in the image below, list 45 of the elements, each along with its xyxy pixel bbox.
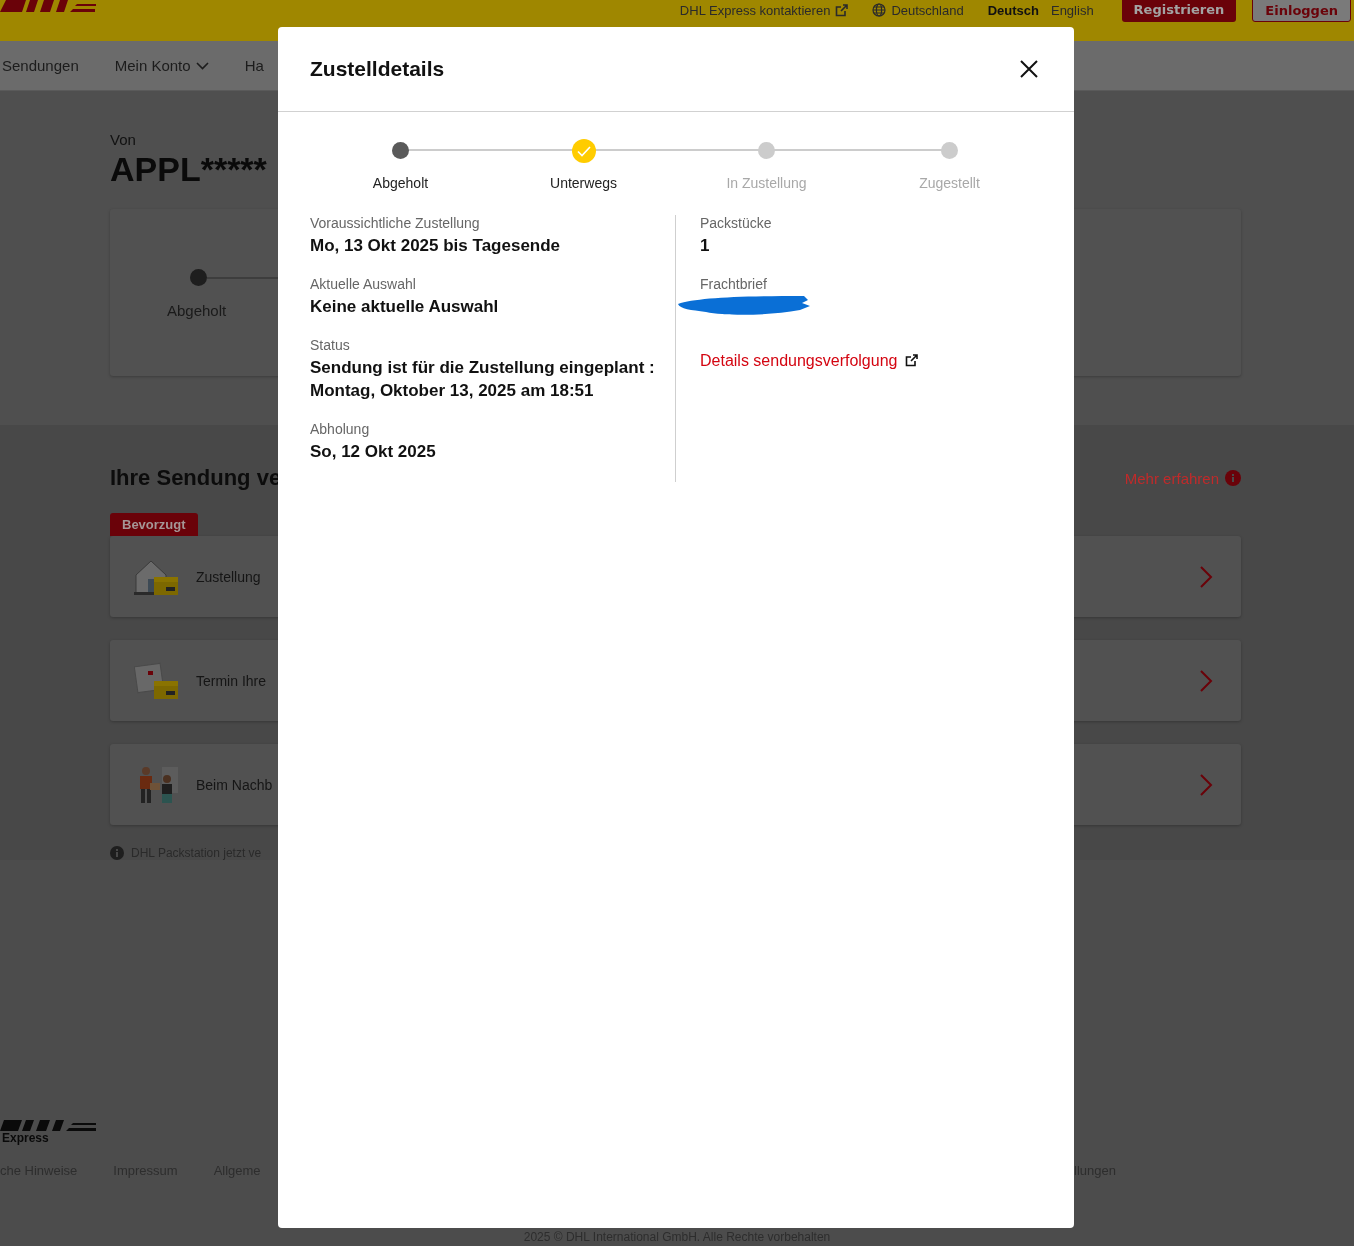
info-icon bbox=[1225, 470, 1241, 486]
calendar-with-parcel-icon bbox=[134, 660, 180, 701]
dialog-title: Zustelldetails bbox=[310, 57, 445, 81]
language-option[interactable]: English bbox=[1050, 2, 1094, 18]
external-link-icon bbox=[905, 354, 919, 368]
field-value: Mo, 13 Okt 2025 bis Tagesende bbox=[310, 235, 562, 257]
step-label: Abgeholt bbox=[167, 302, 227, 319]
step-label: Unterwegs bbox=[550, 175, 617, 191]
field-value: Keine aktuelle Auswahl bbox=[310, 295, 500, 318]
chevron-down-icon bbox=[195, 61, 209, 70]
globe-icon bbox=[872, 3, 887, 17]
from-label: Von bbox=[110, 131, 137, 148]
step-label: Zugestellt bbox=[919, 175, 980, 191]
option-label: Beim Nachb bbox=[196, 776, 273, 793]
nav-item[interactable]: Mein Konto bbox=[96, 57, 227, 74]
sender-name: APPL***** bbox=[110, 150, 267, 189]
nav-item[interactable]: Ha bbox=[226, 57, 282, 74]
field-value: 1 bbox=[700, 235, 711, 257]
logo-icon bbox=[0, 0, 96, 12]
field-label: Frachtbrief bbox=[700, 275, 768, 292]
chevron-right-icon bbox=[1199, 773, 1213, 796]
field-value: Sendung ist für die Zustellung eingeplant : Montag, Oktober 13, 2025 am 18:51 bbox=[310, 356, 655, 403]
login-button[interactable]: Einloggen bbox=[1252, 0, 1351, 22]
step-dot bbox=[190, 269, 207, 286]
step-label: Abgeholt bbox=[372, 175, 429, 191]
option-label: Termin Ihre bbox=[196, 672, 267, 689]
brand-label: Express bbox=[1, 1131, 50, 1145]
chevron-right-icon bbox=[1199, 565, 1213, 588]
field-label: Status bbox=[310, 336, 351, 353]
tracking-details-link[interactable]: Details sendungsverfolgung bbox=[700, 351, 919, 370]
contact-link[interactable]: DHL Express kontaktieren bbox=[679, 2, 849, 18]
step-label: In Zustellung bbox=[726, 175, 807, 191]
option-label: Zustellung bbox=[196, 568, 261, 585]
nav-item[interactable]: Sendungen bbox=[0, 57, 97, 74]
field-label: Aktuelle Auswahl bbox=[310, 275, 417, 292]
field-value: So, 12 Okt 2025 bbox=[310, 441, 437, 464]
external-link-icon bbox=[835, 3, 849, 17]
language-option[interactable]: Deutsch bbox=[987, 2, 1039, 18]
chevron-right-icon bbox=[1199, 669, 1213, 692]
field-label: Voraussichtliche Zustellung bbox=[310, 215, 481, 231]
field-label: Abholung bbox=[310, 421, 371, 438]
register-button[interactable]: Registrieren bbox=[1121, 0, 1237, 22]
preferred-badge: Bevorzugt bbox=[110, 513, 198, 536]
country-link[interactable]: Deutschland bbox=[872, 2, 964, 18]
field-label: Packstücke bbox=[700, 215, 773, 231]
